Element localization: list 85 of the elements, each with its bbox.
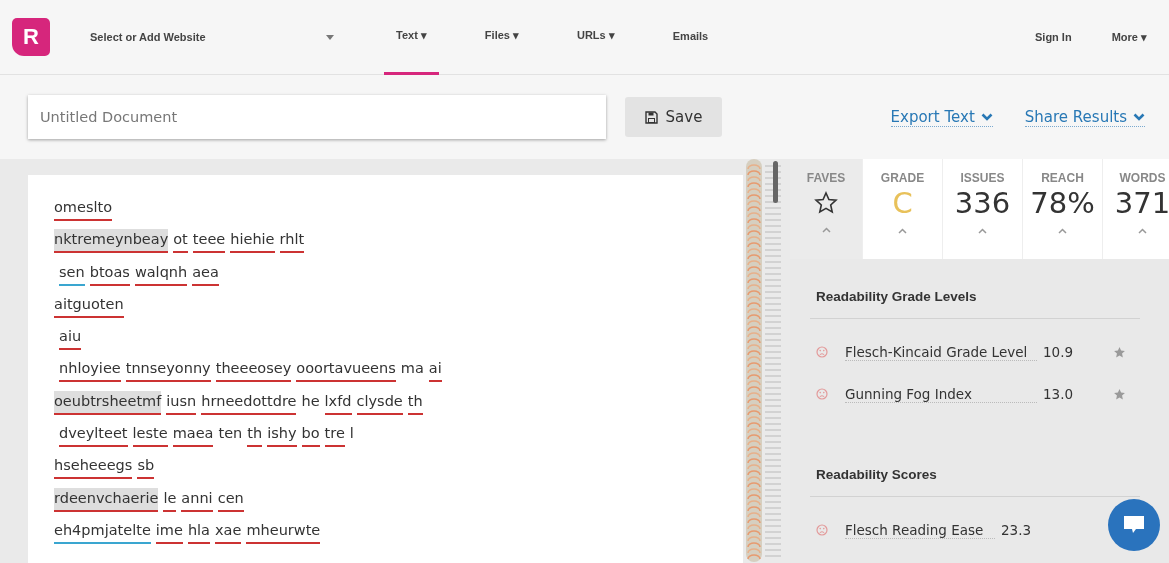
caret-up-icon — [1058, 228, 1067, 234]
star-icon — [814, 191, 838, 215]
document-word: aea — [192, 261, 219, 286]
website-select[interactable]: Select or Add Website — [90, 31, 334, 43]
document-word: ma — [400, 359, 424, 379]
stat-tab[interactable]: REACH 78% — [1022, 159, 1102, 259]
document-word: aiu — [59, 326, 82, 351]
nav-link[interactable]: More ▾ — [1111, 30, 1147, 44]
document-word: theeeosey — [215, 358, 292, 383]
document-word: sb — [137, 455, 155, 480]
document-word: clysde — [356, 390, 403, 415]
document-word: rdeenvchaerie — [54, 487, 159, 512]
document-word: ot — [173, 229, 188, 254]
save-button[interactable]: Save — [625, 97, 722, 137]
chat-button[interactable] — [1108, 499, 1160, 551]
document-word: ishy — [267, 423, 297, 448]
document-word: hiehie — [230, 229, 275, 254]
chevron-icon — [1133, 112, 1145, 121]
document-word: hseheeegs — [54, 455, 133, 480]
share-results-link[interactable]: Share Results — [1024, 107, 1145, 127]
metric-value: 13.0 — [1043, 386, 1075, 402]
export-text-link[interactable]: Export Text — [890, 107, 993, 127]
nav-tab[interactable]: Emails — [660, 0, 721, 75]
sad-face-icon — [816, 524, 828, 536]
chat-icon — [1123, 515, 1145, 535]
metric-value: 10.9 — [1043, 344, 1075, 360]
document-word: ai — [428, 358, 442, 383]
metric-name[interactable]: Gunning Fog Index — [845, 385, 1037, 403]
stat-tab[interactable]: WORDS 371 — [1102, 159, 1169, 259]
document-word: lxfd — [324, 390, 352, 415]
document-word: iusn — [166, 390, 197, 415]
document-word: omeslto — [54, 197, 113, 221]
document-word: maea — [172, 423, 214, 448]
document-word: nktremeynbeay — [54, 229, 169, 254]
stat-tab[interactable]: GRADE C — [862, 159, 942, 259]
caret-icon — [326, 34, 334, 40]
caret-up-icon — [978, 228, 987, 234]
document-word: hrneedottdre — [201, 390, 297, 415]
document-word: dveylteet — [59, 423, 128, 448]
caret-up-icon — [1138, 228, 1147, 234]
nav-tab[interactable]: URLs ▾ — [565, 0, 627, 75]
star-icon[interactable] — [1113, 345, 1126, 359]
document-word: btoas — [89, 261, 130, 286]
document-word: xae — [215, 519, 242, 544]
sad-face-icon — [816, 388, 828, 400]
save-icon — [644, 110, 658, 124]
document-word: le — [163, 487, 177, 512]
document-word: tnnseyonny — [125, 358, 211, 383]
document-word: sen — [59, 261, 85, 286]
document-word: aitguoten — [54, 293, 124, 318]
sad-face-icon — [816, 346, 828, 358]
document-word: eh4pmjatelte — [54, 519, 151, 544]
document-word: anni — [181, 487, 213, 512]
document-word: l — [349, 424, 354, 444]
document-word: nhloyiee — [59, 358, 121, 383]
document-word: th — [247, 423, 263, 448]
star-icon[interactable] — [1113, 387, 1126, 401]
document-word: ime — [155, 519, 183, 544]
document-word: cen — [217, 487, 244, 512]
document-word: he — [301, 391, 320, 411]
document-word: walqnh — [134, 261, 188, 286]
document-word: bo — [301, 423, 320, 448]
caret-up-icon — [898, 228, 907, 234]
document-word: th — [407, 390, 423, 415]
document-word: oeubtrsheetmf — [54, 390, 162, 415]
document-word: hla — [187, 519, 210, 544]
document-word: ten — [218, 424, 243, 444]
metric-value: 23.3 — [1001, 522, 1033, 538]
section-heading: Readability Scores — [810, 467, 1140, 497]
section-heading: Readability Grade Levels — [810, 289, 1140, 319]
nav-tab[interactable]: Files ▾ — [472, 0, 531, 75]
caret-up-icon — [821, 227, 831, 233]
document-word: leste — [132, 423, 168, 448]
metric-name[interactable]: Flesch-Kincaid Grade Level — [845, 343, 1037, 361]
document-word: tre — [324, 423, 345, 448]
document-word: teee — [192, 229, 226, 254]
document-word: mheurwte — [246, 519, 321, 544]
document-word: ooortavueens — [296, 358, 396, 383]
metric-name[interactable]: Flesch Reading Ease — [845, 521, 995, 539]
nav-link[interactable]: Sign In — [1035, 31, 1072, 43]
document-word: rhlt — [279, 229, 305, 254]
chevron-icon — [980, 112, 993, 121]
title-field[interactable]: Untitled Document — [28, 95, 606, 139]
stat-tab[interactable]: ISSUES 336 — [942, 159, 1022, 259]
logo[interactable]: R — [12, 18, 50, 56]
